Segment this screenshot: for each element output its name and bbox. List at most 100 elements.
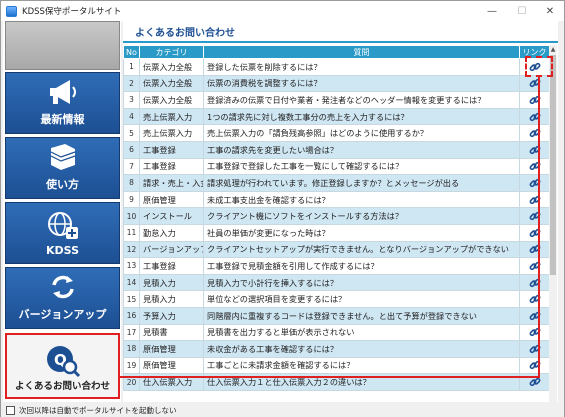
row-link-cell	[519, 340, 550, 358]
sidebar-item-faq[interactable]: Q よくあるお問い合わせ	[5, 333, 120, 399]
row-number: 6	[123, 140, 140, 159]
row-question: 見積入力で小計行を挿入するには？	[203, 273, 520, 292]
column-header-no[interactable]: No	[123, 45, 140, 59]
column-header-question[interactable]: 質問	[203, 45, 520, 59]
row-question: クライアント機にソフトをインストールする方法は？	[203, 207, 520, 225]
row-question: クライアントセットアップが実行できません。となりバージョンアップができない	[203, 240, 520, 259]
row-question: 工事ごとに未請求金額を確認するには？	[203, 356, 520, 375]
table-row: 6 工事登録 工事の請求先を変更したい場合は？	[123, 140, 550, 159]
scroll-thumb[interactable]	[550, 55, 556, 275]
table-row: 19 原価管理 工事ごとに未請求金額を確認するには？	[123, 356, 550, 375]
row-category: 見積書	[139, 323, 204, 342]
row-number: 7	[123, 157, 140, 176]
row-link-cell	[519, 157, 550, 176]
row-question: 売上伝票入力の「請負残高参照」はどのように使用するか？	[203, 124, 520, 142]
row-number: 16	[123, 306, 140, 325]
row-question: 工事登録で登録した工事を一覧にして確認するには？	[203, 157, 520, 176]
row-number: 13	[123, 257, 140, 275]
footer-bar: 次回以降は自動でポータルサイトを起動しない	[1, 403, 564, 417]
row-number: 17	[123, 323, 140, 342]
row-category: 勤怠入力	[139, 223, 204, 242]
row-category: 売上伝票入力	[139, 107, 204, 126]
table-header: No カテゴリ 質問 リンク	[123, 45, 550, 59]
auto-launch-checkbox[interactable]	[6, 405, 15, 415]
maximize-button[interactable]: ☐	[507, 1, 537, 21]
book-icon	[50, 144, 75, 170]
row-category: 伝票入力全般	[139, 74, 204, 93]
row-category: 工事登録	[139, 140, 204, 159]
row-question: 単位などの選択項目を変更するには？	[203, 290, 520, 308]
row-number: 14	[123, 273, 140, 292]
refresh-icon	[51, 275, 74, 299]
row-number: 9	[123, 190, 140, 209]
row-number: 19	[123, 356, 140, 375]
sidebar-item-usage[interactable]: 使い方	[5, 137, 120, 199]
title-bar: KDSS保守ポータルサイト — ☐ ✕	[1, 1, 564, 21]
scroll-up-arrow-icon[interactable]: ▲	[549, 45, 557, 54]
row-question: 見積書を出力すると単価が表示されない	[203, 323, 520, 342]
row-number: 12	[123, 240, 140, 259]
row-link-cell	[519, 273, 550, 292]
table-body: 1 伝票入力全般 登録した伝票を削除するには？ 2 伝票入力全般 伝票の消費税を調整するに…	[123, 58, 550, 391]
row-link-cell	[519, 207, 550, 225]
row-question: 1つの請求先に対し複数工事分の売上を入力するには？	[203, 107, 520, 126]
globe-plus-icon	[47, 212, 78, 239]
sidebar-item-kdss[interactable]: KDSS	[5, 202, 120, 264]
table-row: 4 売上伝票入力 1つの請求先に対し複数工事分の売上を入力するには？	[123, 107, 550, 126]
row-question: 工事登録で見積金額を引用して作成するには？	[203, 257, 520, 275]
row-number: 11	[123, 223, 140, 242]
row-number: 3	[123, 91, 140, 109]
vertical-scrollbar[interactable]: ▲	[549, 45, 557, 402]
row-question: 同階層内に重複するコードは登録できません。と出て予算が登録できない	[203, 306, 520, 325]
row-category: 伝票入力全般	[139, 91, 204, 109]
row-question: 工事の請求先を変更したい場合は？	[203, 140, 520, 159]
row-link-cell	[519, 124, 550, 142]
table-row: 8 請求・売上・入金 請求処理が行われています。修正登録しますか？とメッセージが出る	[123, 174, 550, 192]
row-category: バージョンアップ	[139, 240, 204, 259]
table-row: 10 インストール クライアント機にソフトをインストールする方法は？	[123, 207, 550, 225]
sidebar-item-label: よくあるお問い合わせ	[14, 381, 110, 392]
table-row: 17 見積書 見積書を出力すると単価が表示されない	[123, 323, 550, 342]
row-category: 見積入力	[139, 273, 204, 292]
table-row: 9 原価管理 未成工事支出金を確認するには？	[123, 190, 550, 209]
sidebar-banner	[5, 21, 120, 70]
row-number: 15	[123, 290, 140, 308]
row-link-cell	[519, 323, 550, 342]
row-question: 登録済みの伝票で日付や業者・発注者などのヘッダー情報を変更するには？	[203, 91, 520, 109]
sidebar-item-label: バージョンアップ	[18, 308, 107, 321]
main-content: よくあるお問い合わせ No カテゴリ 質問 リンク 1 伝票入力全般 登録した伝票を…	[123, 21, 558, 402]
row-category: 原価管理	[139, 190, 204, 209]
sidebar: 最新情報 使い方 KDSS バージョンアップ Q よくあるお問い合わせ	[3, 21, 121, 402]
row-category: 工事登録	[139, 157, 204, 176]
megaphone-icon	[49, 80, 76, 104]
row-question: 請求処理が行われています。修正登録しますか？とメッセージが出る	[203, 174, 520, 192]
highlight-connector-horizontal	[119, 376, 540, 378]
table-row: 2 伝票入力全般 伝票の消費税を調整するには？	[123, 74, 550, 93]
table-row: 3 伝票入力全般 登録済みの伝票で日付や業者・発注者などのヘッダー情報を変更するには…	[123, 91, 550, 109]
row-link-cell	[519, 356, 550, 375]
highlight-connector-vertical	[538, 77, 540, 377]
row-link-cell	[519, 257, 550, 275]
row-question: 社員の単価が変更になった時は？	[203, 223, 520, 242]
row-category: 売上伝票入力	[139, 124, 204, 142]
sidebar-item-label: 使い方	[46, 178, 79, 191]
close-button[interactable]: ✕	[535, 1, 565, 21]
row-link-cell	[519, 74, 550, 93]
row-category: 見積入力	[139, 290, 204, 308]
minimize-button[interactable]: —	[477, 1, 507, 21]
app-window: KDSS保守ポータルサイト — ☐ ✕ 最新情報 使い方 KDSS バージョンア…	[0, 0, 565, 417]
table-row: 1 伝票入力全般 登録した伝票を削除するには？	[123, 58, 550, 76]
faq-table: No カテゴリ 質問 リンク 1 伝票入力全般 登録した伝票を削除するには？ 2 伝票入…	[123, 45, 550, 391]
sidebar-item-news[interactable]: 最新情報	[5, 72, 120, 134]
row-question: 伝票の消費税を調整するには？	[203, 74, 520, 93]
column-header-category[interactable]: カテゴリ	[139, 45, 204, 59]
row-category: 予算入力	[139, 306, 204, 325]
row-number: 2	[123, 74, 140, 93]
sidebar-item-label: 最新情報	[40, 113, 85, 126]
sidebar-item-version-up[interactable]: バージョンアップ	[5, 267, 120, 329]
row-link-cell	[519, 240, 550, 259]
auto-launch-checkbox-label: 次回以降は自動でポータルサイトを起動しない	[19, 405, 177, 415]
row-category: 原価管理	[139, 340, 204, 358]
row-number: 8	[123, 174, 140, 192]
row-link-cell	[519, 140, 550, 159]
